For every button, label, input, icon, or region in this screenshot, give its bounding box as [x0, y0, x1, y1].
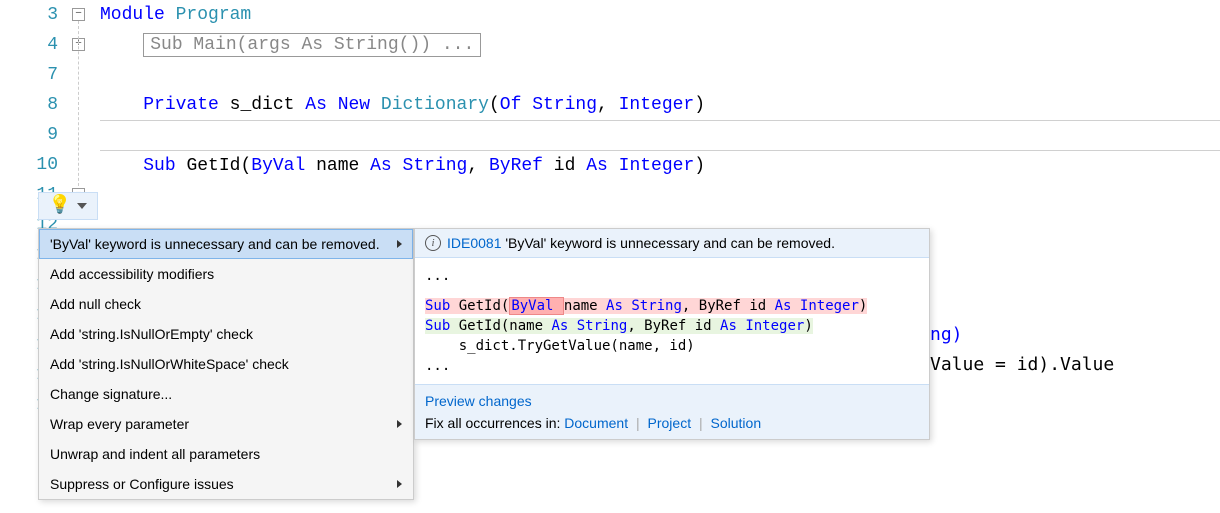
preview-pane: i IDE0081 'ByVal' keyword is unnecessary…	[414, 228, 930, 440]
preview-footer: Preview changes Fix all occurrences in: …	[415, 384, 929, 439]
preview-diff: ... Sub GetId(ByVal name As String, ByRe…	[415, 258, 929, 384]
quick-actions-menu: 'ByVal' keyword is unnecessary and can b…	[38, 228, 414, 500]
chevron-down-icon	[77, 203, 87, 209]
qa-add-null-check[interactable]: Add null check	[39, 289, 413, 319]
lightbulb-button[interactable]: 💡	[38, 192, 98, 220]
background-code-fragment: Value = id).Value	[930, 350, 1114, 380]
qa-add-accessibility[interactable]: Add accessibility modifiers	[39, 259, 413, 289]
fix-scope-solution[interactable]: Solution	[711, 415, 762, 431]
qa-isnullorempty[interactable]: Add 'string.IsNullOrEmpty' check	[39, 319, 413, 349]
fold-guide	[78, 21, 79, 191]
background-code-fragment: ng)	[930, 320, 963, 350]
qa-remove-byval[interactable]: 'ByVal' keyword is unnecessary and can b…	[39, 229, 413, 259]
preview-changes-link[interactable]: Preview changes	[425, 393, 532, 409]
submenu-arrow-icon	[397, 480, 402, 488]
diagnostic-text: 'ByVal' keyword is unnecessary and can b…	[505, 235, 835, 251]
submenu-arrow-icon	[397, 240, 402, 248]
info-icon: i	[425, 235, 441, 251]
diagnostic-code: IDE0081	[447, 235, 501, 251]
qa-suppress-configure[interactable]: Suppress or Configure issues	[39, 469, 413, 499]
fold-toggle-module[interactable]: −	[72, 8, 85, 21]
preview-header: i IDE0081 'ByVal' keyword is unnecessary…	[415, 229, 929, 258]
qa-change-signature[interactable]: Change signature...	[39, 379, 413, 409]
lightbulb-icon: 💡	[49, 197, 71, 215]
submenu-arrow-icon	[397, 420, 402, 428]
qa-wrap-params[interactable]: Wrap every parameter	[39, 409, 413, 439]
collapsed-region[interactable]: Sub Main(args As String()) ...	[143, 33, 481, 57]
fix-scope-document[interactable]: Document	[564, 415, 628, 431]
qa-unwrap-params[interactable]: Unwrap and indent all parameters	[39, 439, 413, 469]
fix-scope-project[interactable]: Project	[648, 415, 692, 431]
qa-isnullorwhitespace[interactable]: Add 'string.IsNullOrWhiteSpace' check	[39, 349, 413, 379]
